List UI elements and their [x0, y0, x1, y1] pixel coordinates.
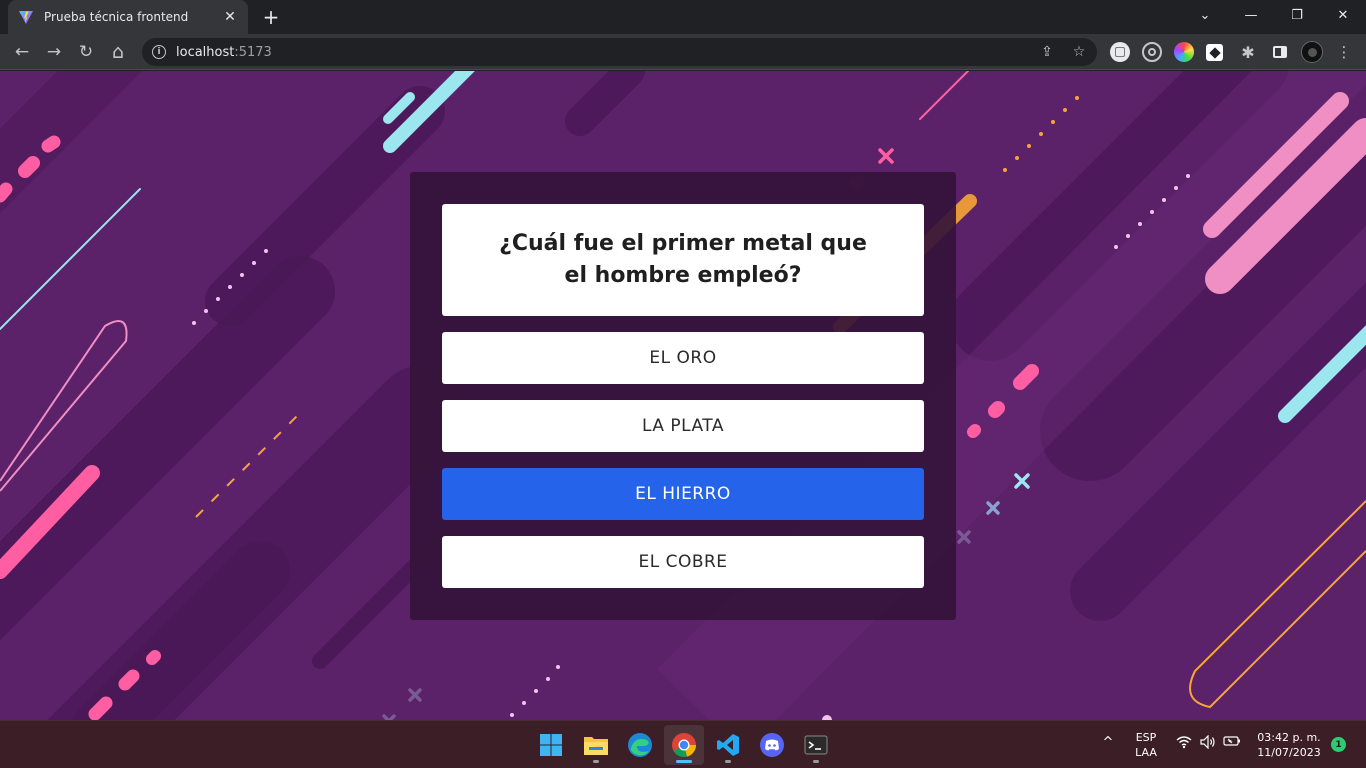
- terminal-icon: [804, 735, 828, 755]
- windows-taskbar: ^ ESP LAA 03:42 p. m. 11/07/2023 1: [0, 720, 1366, 768]
- wifi-icon[interactable]: [1174, 735, 1194, 753]
- running-indicator: [593, 760, 599, 763]
- site-info-icon[interactable]: i: [152, 45, 166, 59]
- tab-title: Prueba técnica frontend: [44, 10, 189, 24]
- edge-browser-icon: [628, 733, 652, 757]
- home-button[interactable]: ⌂: [106, 40, 130, 64]
- tray-overflow-chevron-icon[interactable]: ^: [1098, 735, 1118, 750]
- question-text: ¿Cuál fue el primer metal que el hombre …: [499, 231, 867, 288]
- answer-option-4[interactable]: EL COBRE: [442, 536, 924, 588]
- side-panel-icon[interactable]: [1270, 42, 1290, 62]
- close-window-button[interactable]: ✕: [1320, 0, 1366, 30]
- new-tab-button[interactable]: +: [260, 6, 282, 28]
- folder-icon: [584, 737, 608, 755]
- minimize-button[interactable]: —: [1228, 0, 1274, 30]
- menu-kebab-icon[interactable]: ⋮: [1334, 42, 1354, 62]
- running-indicator: [813, 760, 819, 763]
- clock-time: 03:42 p. m.: [1257, 731, 1321, 744]
- vscode-icon: [717, 734, 739, 756]
- language-indicator[interactable]: ESP LAA: [1130, 730, 1162, 760]
- share-icon[interactable]: ⇪: [1038, 44, 1056, 60]
- browser-toolbar: ← → ↻ ⌂ i localhost :5173 ⇪ ☆ ✱ ⋮: [0, 34, 1366, 70]
- extension-icon[interactable]: [1110, 42, 1130, 62]
- chrome-taskbar-button[interactable]: [664, 725, 704, 765]
- clock-date: 11/07/2023: [1257, 746, 1321, 759]
- edge-taskbar-button[interactable]: [620, 725, 660, 765]
- url-port: :5173: [234, 44, 272, 60]
- page-viewport: ¿Cuál fue el primer metal que el hombre …: [0, 71, 1366, 720]
- vscode-taskbar-button[interactable]: [708, 725, 748, 765]
- clock[interactable]: 03:42 p. m. 11/07/2023: [1252, 730, 1326, 760]
- vite-logo-icon: [19, 11, 33, 24]
- browser-tab[interactable]: Prueba técnica frontend ✕: [8, 0, 248, 34]
- answer-option-3[interactable]: EL HIERRO: [442, 468, 924, 520]
- record-extension-icon[interactable]: [1142, 42, 1162, 62]
- bookmark-star-icon[interactable]: ☆: [1070, 44, 1088, 60]
- reload-button[interactable]: ↻: [74, 40, 98, 64]
- answer-option-1[interactable]: EL ORO: [442, 332, 924, 384]
- browser-tab-bar: Prueba técnica frontend ✕ + ⌄ — ❐ ✕: [0, 0, 1366, 34]
- language-code: ESP: [1135, 731, 1157, 744]
- quiz-card: ¿Cuál fue el primer metal que el hombre …: [410, 172, 956, 620]
- tab-search-icon[interactable]: ⌄: [1182, 0, 1228, 30]
- file-explorer-taskbar-button[interactable]: [576, 725, 616, 765]
- url-host: localhost: [176, 44, 235, 60]
- discord-taskbar-button[interactable]: [752, 725, 792, 765]
- address-bar[interactable]: i localhost :5173 ⇪ ☆: [142, 38, 1097, 66]
- windows-logo-icon: [540, 734, 562, 756]
- tab-close-icon[interactable]: ✕: [222, 9, 238, 25]
- profile-avatar[interactable]: [1301, 41, 1323, 63]
- answer-option-2[interactable]: LA PLATA: [442, 400, 924, 452]
- battery-icon[interactable]: [1222, 735, 1242, 751]
- forward-button[interactable]: →: [42, 40, 66, 64]
- discord-icon: [760, 733, 784, 757]
- running-indicator: [725, 760, 731, 763]
- dev-extension-icon[interactable]: [1206, 44, 1223, 61]
- notification-badge[interactable]: 1: [1331, 737, 1346, 752]
- color-picker-extension-icon[interactable]: [1174, 42, 1194, 62]
- chrome-browser-icon: [672, 733, 696, 757]
- restore-button[interactable]: ❐: [1274, 0, 1320, 30]
- back-button[interactable]: ←: [10, 40, 34, 64]
- terminal-taskbar-button[interactable]: [796, 725, 836, 765]
- start-button[interactable]: [531, 725, 571, 765]
- question-box: ¿Cuál fue el primer metal que el hombre …: [442, 204, 924, 316]
- keyboard-layout: LAA: [1135, 746, 1157, 759]
- extensions-puzzle-icon[interactable]: ✱: [1238, 42, 1258, 62]
- running-indicator: [676, 760, 692, 763]
- volume-icon[interactable]: [1198, 734, 1218, 753]
